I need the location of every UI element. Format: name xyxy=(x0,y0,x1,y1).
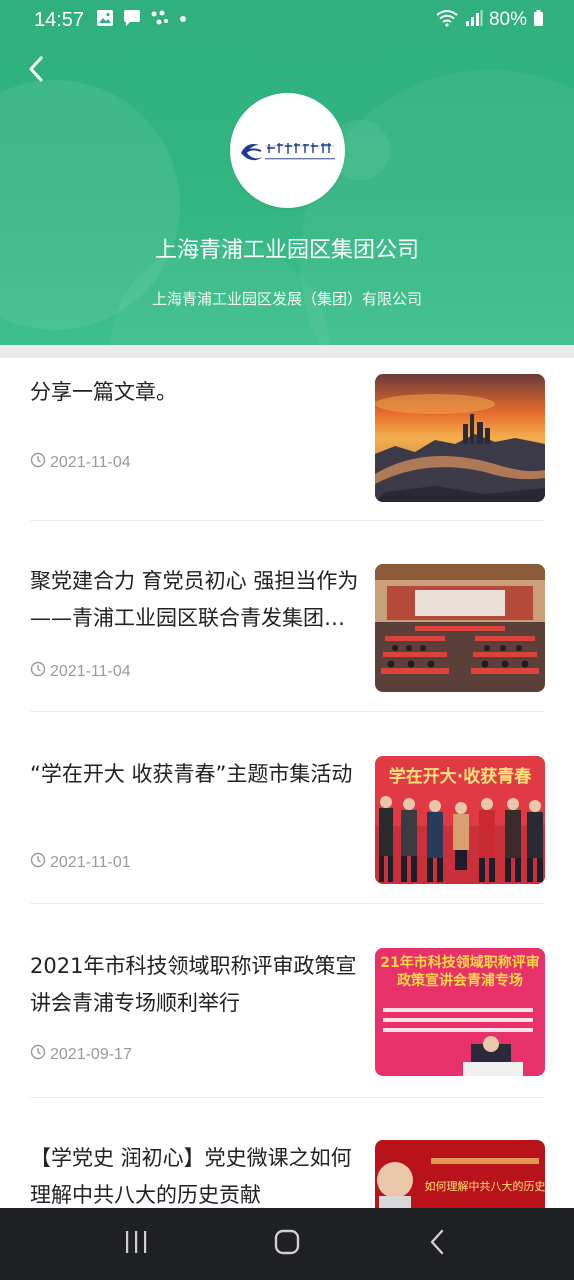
profile-header: 14:57 80% 上海青浦工业园区集团公司 上海青浦工业园区发展（集团）有限公… xyxy=(0,0,574,345)
status-bar: 14:57 80% xyxy=(0,0,574,40)
article-title: “学在开大 收获青春”主题市集活动 xyxy=(30,762,353,786)
article-title: 分享一篇文章。 xyxy=(30,380,177,404)
dots-icon xyxy=(150,9,170,32)
back-icon xyxy=(425,1229,451,1259)
list-item[interactable]: “学在开大 收获青春”主题市集活动 2021-11-01 学在开大·收获青春 xyxy=(0,712,574,904)
status-time: 14:57 xyxy=(34,8,85,31)
article-thumbnail: 如何理解中共八大的历史 xyxy=(375,1140,545,1208)
article-date: 2021-09-17 xyxy=(30,1044,132,1065)
page-title: 上海青浦工业园区集团公司 xyxy=(154,238,419,263)
clock-icon xyxy=(30,452,46,473)
page-subtitle: 上海青浦工业园区发展（集团）有限公司 xyxy=(151,290,422,308)
section-divider xyxy=(0,345,574,358)
chat-icon xyxy=(122,9,142,32)
article-thumbnail xyxy=(375,564,545,692)
article-thumbnail xyxy=(375,374,545,502)
article-date: 2021-11-04 xyxy=(30,452,131,473)
article-title: 聚党建合力 育党员初心 强担当作为——青浦工业园区联合青发集团… xyxy=(30,569,359,630)
company-logo xyxy=(230,93,345,208)
article-date: 2021-11-01 xyxy=(30,852,131,873)
battery-level: 80% xyxy=(488,9,527,30)
back-nav-button[interactable] xyxy=(408,1214,468,1274)
list-item[interactable]: 聚党建合力 育党员初心 强担当作为——青浦工业园区联合青发集团… 2021-11… xyxy=(0,521,574,712)
recent-apps-button[interactable] xyxy=(106,1214,166,1274)
recent-apps-icon xyxy=(123,1229,149,1259)
article-list: 分享一篇文章。 2021-11-04 聚党建合力 育党员初心 强担当作为——青浦… xyxy=(0,358,574,1208)
signal-icon xyxy=(465,9,483,32)
thumbnail-caption: 21年市科技领域职称评审政策宣讲会青浦专场 xyxy=(380,955,540,989)
article-title: 2021年市科技领域职称评审政策宣讲会青浦专场顺利举行 xyxy=(30,954,357,1015)
back-button[interactable] xyxy=(18,50,58,90)
home-icon xyxy=(274,1229,300,1259)
image-icon xyxy=(96,9,114,32)
article-date-text: 2021-09-17 xyxy=(50,1045,132,1063)
thumbnail-caption: 如何理解中共八大的历史 xyxy=(425,1179,546,1193)
battery-icon xyxy=(533,9,544,32)
clock-icon xyxy=(30,1044,46,1065)
system-nav-bar xyxy=(0,1208,574,1280)
wifi-icon xyxy=(435,9,459,32)
article-title: 【学党史 润初心】党史微课之如何理解中共八大的历史贡献 xyxy=(30,1146,352,1207)
chevron-left-icon xyxy=(18,56,58,94)
list-item[interactable]: 2021年市科技领域职称评审政策宣讲会青浦专场顺利举行 2021-09-17 2… xyxy=(0,904,574,1098)
list-item[interactable]: 【学党史 润初心】党史微课之如何理解中共八大的历史贡献 如何理解中共八大的历史 xyxy=(0,1098,574,1208)
article-date-text: 2021-11-04 xyxy=(50,453,131,471)
dot-icon xyxy=(178,9,188,32)
clock-icon xyxy=(30,661,46,682)
article-date: 2021-11-04 xyxy=(30,661,131,682)
clock-icon xyxy=(30,852,46,873)
thumbnail-caption: 学在开大·收获青春 xyxy=(389,766,531,787)
article-thumbnail: 学在开大·收获青春 xyxy=(375,756,545,884)
article-date-text: 2021-11-01 xyxy=(50,853,131,871)
article-thumbnail: 21年市科技领域职称评审政策宣讲会青浦专场 xyxy=(375,948,545,1076)
home-button[interactable] xyxy=(257,1214,317,1274)
article-date-text: 2021-11-04 xyxy=(50,662,131,680)
